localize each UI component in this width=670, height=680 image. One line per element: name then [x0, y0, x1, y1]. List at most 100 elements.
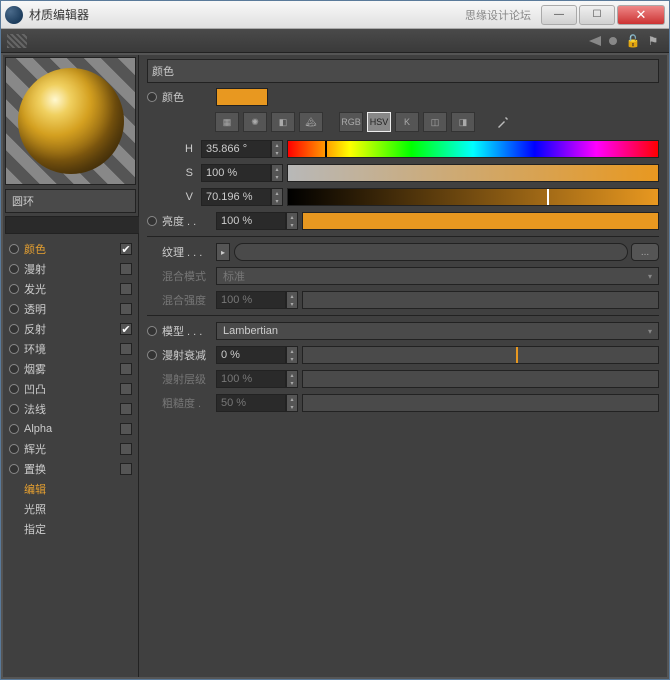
difffalloff-spinner[interactable]: ▴▾ [286, 346, 298, 364]
channel-checkbox[interactable] [120, 403, 132, 415]
anim-dot-icon[interactable] [9, 404, 19, 414]
hue-value[interactable]: 35.866 ° [201, 140, 271, 158]
anim-dot-icon[interactable] [147, 350, 157, 360]
difffalloff-slider[interactable] [302, 346, 659, 364]
roughness-value[interactable]: 50 % [216, 394, 286, 412]
blendstrength-spinner[interactable]: ▴▾ [286, 291, 298, 309]
mixer1-icon[interactable]: ◫ [423, 112, 447, 132]
channel-item[interactable]: 凹凸 [3, 379, 138, 399]
wheel-icon[interactable]: ✺ [243, 112, 267, 132]
blendstrength-slider[interactable] [302, 291, 659, 309]
channel-checkbox[interactable] [120, 443, 132, 455]
channel-item[interactable]: 透明 [3, 299, 138, 319]
anim-dot-icon[interactable] [9, 384, 19, 394]
gradient-icon[interactable]: ◧ [271, 112, 295, 132]
channel-item[interactable]: 环境 [3, 339, 138, 359]
channel-checkbox[interactable] [120, 423, 132, 435]
roughness-slider[interactable] [302, 394, 659, 412]
k-button[interactable]: K [395, 112, 419, 132]
anim-dot-icon[interactable] [147, 92, 157, 102]
model-dropdown[interactable]: Lambertian▾ [216, 322, 659, 340]
blendstrength-value[interactable]: 100 % [216, 291, 286, 309]
roughness-spinner[interactable]: ▴▾ [286, 394, 298, 412]
subitem[interactable]: 编辑 [3, 479, 138, 499]
channel-checkbox[interactable] [120, 343, 132, 355]
subitem[interactable]: 指定 [3, 519, 138, 539]
channel-checkbox[interactable] [120, 303, 132, 315]
channel-checkbox[interactable]: ✔ [120, 323, 132, 335]
difffalloff-label: 漫射衰减 [162, 347, 216, 363]
brightness-slider[interactable] [302, 212, 659, 230]
channel-item[interactable]: 漫射 [3, 259, 138, 279]
channel-label: 凹凸 [24, 381, 46, 397]
brightness-spinner[interactable]: ▴▾ [286, 212, 298, 230]
anim-dot-icon[interactable] [9, 364, 19, 374]
color-swatch[interactable] [216, 88, 268, 106]
texture-menu-button[interactable]: ▸ [216, 243, 230, 261]
val-value[interactable]: 70.196 % [201, 188, 271, 206]
channel-checkbox[interactable]: ✔ [120, 243, 132, 255]
difflevel-value[interactable]: 100 % [216, 370, 286, 388]
val-slider[interactable] [287, 188, 659, 206]
texture-browse-button[interactable]: ... [631, 243, 659, 261]
nav-dot-icon[interactable] [609, 37, 617, 45]
anim-dot-icon[interactable] [147, 216, 157, 226]
anim-dot-icon[interactable] [9, 244, 19, 254]
channel-checkbox[interactable] [120, 463, 132, 475]
minimize-button[interactable]: — [541, 5, 577, 25]
difffalloff-value[interactable]: 0 % [216, 346, 286, 364]
grid-icon[interactable]: ▦ [215, 112, 239, 132]
picture-icon[interactable]: 🏔 [299, 112, 323, 132]
anim-dot-icon[interactable] [9, 424, 19, 434]
mixer2-icon[interactable]: ◨ [451, 112, 475, 132]
channel-label: 环境 [24, 341, 46, 357]
channel-item[interactable]: 置换 [3, 459, 138, 479]
search-input[interactable] [5, 216, 157, 234]
channel-item[interactable]: 烟雾 [3, 359, 138, 379]
anim-dot-icon[interactable] [9, 464, 19, 474]
anim-dot-icon[interactable] [9, 324, 19, 334]
channel-item[interactable]: 辉光 [3, 439, 138, 459]
channel-item[interactable]: 发光 [3, 279, 138, 299]
channel-item[interactable]: 颜色 ✔ [3, 239, 138, 259]
sat-spinner[interactable]: ▴▾ [271, 164, 283, 182]
hue-slider[interactable] [287, 140, 659, 158]
anim-dot-icon[interactable] [9, 284, 19, 294]
tag-icon[interactable]: ⚑ [645, 33, 661, 49]
difflevel-slider[interactable] [302, 370, 659, 388]
channel-item[interactable]: Alpha [3, 419, 138, 439]
val-spinner[interactable]: ▴▾ [271, 188, 283, 206]
hue-spinner[interactable]: ▴▾ [271, 140, 283, 158]
channel-label: 颜色 [24, 241, 46, 257]
material-preview[interactable] [5, 57, 136, 185]
channel-checkbox[interactable] [120, 283, 132, 295]
nav-back-icon[interactable] [589, 36, 601, 46]
anim-dot-icon[interactable] [9, 444, 19, 454]
sat-slider[interactable] [287, 164, 659, 182]
anim-dot-icon[interactable] [9, 344, 19, 354]
channel-checkbox[interactable] [120, 263, 132, 275]
sat-value[interactable]: 100 % [201, 164, 271, 182]
anim-dot-icon[interactable] [9, 264, 19, 274]
channel-list: 颜色 ✔ 漫射发光透明反射✔ 环境烟雾凹凸法线Alpha辉光置换编辑光照指定 [3, 237, 138, 541]
brightness-value[interactable]: 100 % [216, 212, 286, 230]
difflevel-spinner[interactable]: ▴▾ [286, 370, 298, 388]
channel-checkbox[interactable] [120, 363, 132, 375]
channel-item[interactable]: 法线 [3, 399, 138, 419]
anim-dot-icon[interactable] [147, 326, 157, 336]
hsv-button[interactable]: HSV [367, 112, 391, 132]
channel-checkbox[interactable] [120, 383, 132, 395]
subitem[interactable]: 光照 [3, 499, 138, 519]
material-name[interactable]: 圆环 [5, 189, 136, 213]
model-row: 模型 . . . Lambertian▾ [147, 320, 659, 342]
blendmode-dropdown[interactable]: 标准▾ [216, 267, 659, 285]
channel-label: 透明 [24, 301, 46, 317]
texture-slot[interactable] [234, 243, 628, 261]
maximize-button[interactable]: ☐ [579, 5, 615, 25]
lock-icon[interactable]: 🔓 [625, 33, 641, 49]
anim-dot-icon[interactable] [9, 304, 19, 314]
eyedropper-icon[interactable] [491, 112, 515, 132]
rgb-button[interactable]: RGB [339, 112, 363, 132]
channel-item[interactable]: 反射✔ [3, 319, 138, 339]
close-button[interactable]: ✕ [617, 5, 665, 25]
